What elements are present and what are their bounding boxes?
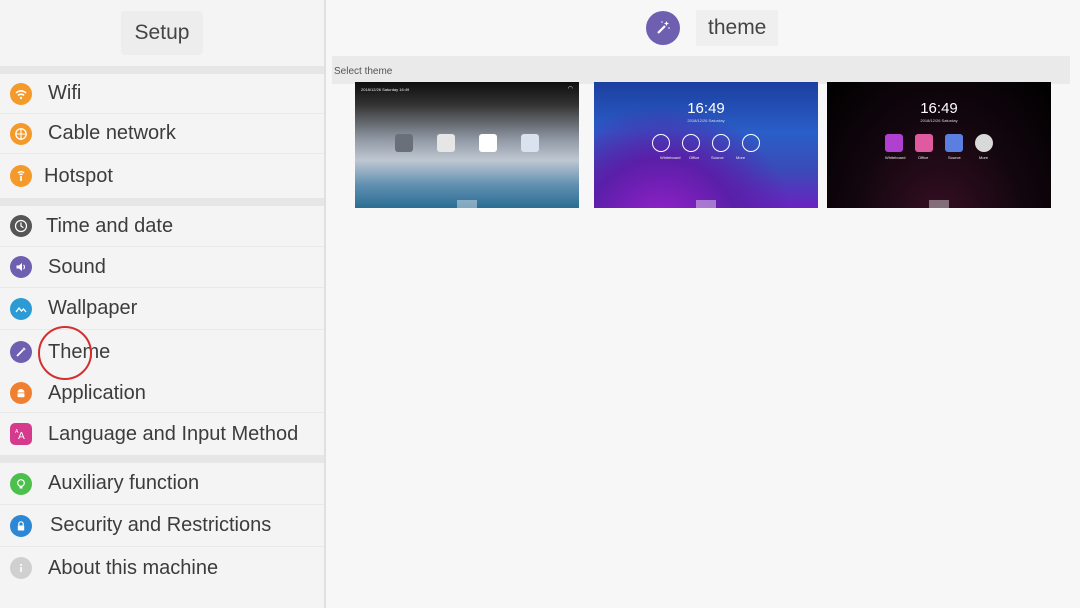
thumbnail-date: 2018/12/26 Saturday — [687, 118, 725, 123]
thumbnail-dock — [457, 200, 477, 208]
thumbnail-icons — [355, 134, 579, 152]
picture-icon — [10, 297, 32, 320]
thumbnail-dock — [696, 200, 716, 208]
wifi-icon: ◠ — [567, 86, 573, 92]
sidebar-item-sound[interactable]: Sound — [0, 247, 324, 288]
wifi-icon — [10, 82, 32, 105]
section-label: Select theme — [334, 66, 393, 77]
sidebar-item-label: Application — [48, 381, 146, 404]
icon-label: Source — [711, 155, 724, 160]
sidebar-item-time-and-date[interactable]: Time and date — [0, 206, 324, 247]
office-icon — [915, 134, 933, 152]
more-icon — [975, 134, 993, 152]
sidebar-item-label: Hotspot — [44, 164, 113, 187]
sidebar-item-label: Wallpaper — [48, 297, 138, 319]
office-icon — [437, 134, 455, 152]
thumbnail-clock: 16:49 — [920, 100, 958, 117]
separator — [0, 198, 324, 206]
whiteboard-icon — [652, 134, 670, 152]
lightbulb-icon — [10, 472, 32, 495]
source-icon — [712, 134, 730, 152]
speaker-icon — [10, 256, 32, 278]
sidebar-item-label: Language and Input Method — [48, 422, 299, 445]
theme-thumbnail-3[interactable]: 16:49 2018/12/26 Saturday Whiteboard Off… — [827, 82, 1051, 208]
more-icon — [521, 134, 539, 152]
section-bar: Select theme — [332, 56, 1070, 84]
whiteboard-icon — [395, 134, 413, 152]
sidebar-item-label: Auxiliary function — [48, 472, 200, 494]
sidebar-title-text: Setup — [120, 11, 204, 55]
sidebar-item-cable-network[interactable]: Cable network — [0, 114, 324, 154]
sidebar-item-auxiliary-function[interactable]: Auxiliary function — [0, 463, 324, 505]
android-icon — [10, 382, 32, 404]
theme-thumbnail-2[interactable]: 16:49 2018/12/26 Saturday Whiteboard Off… — [594, 82, 818, 208]
theme-thumbnail-1[interactable]: 2018/12/26 Saturday 16:49 ◠ — [355, 82, 579, 208]
separator — [0, 455, 324, 463]
globe-icon — [10, 122, 32, 145]
thumbnail-dock — [929, 200, 949, 208]
clock-icon — [10, 215, 32, 237]
sidebar-item-label: Cable network — [48, 122, 176, 144]
icon-label: More — [979, 155, 989, 160]
icon-label: Whiteboard — [660, 155, 681, 160]
thumbnail-icons — [827, 134, 1051, 152]
office-icon — [682, 134, 700, 152]
sidebar-item-wallpaper[interactable]: Wallpaper — [0, 288, 324, 330]
separator — [0, 66, 324, 74]
thumbnail-date: 2018/12/26 Saturday — [920, 118, 958, 123]
sidebar-item-label: Wifi — [48, 82, 82, 104]
svg-text:A: A — [18, 431, 25, 441]
source-icon — [945, 134, 963, 152]
sidebar-title: Setup — [0, 0, 324, 66]
sidebar-item-about-this-machine[interactable]: About this machine — [0, 547, 324, 589]
magic-wand-icon — [10, 341, 32, 363]
language-icon: AA — [10, 423, 32, 445]
sidebar-item-application[interactable]: Application — [0, 374, 324, 413]
more-icon — [742, 134, 760, 152]
sidebar-item-hotspot[interactable]: Hotspot — [0, 154, 324, 198]
icon-label: Whiteboard — [885, 155, 906, 160]
magic-wand-icon — [646, 11, 680, 45]
highlight-circle — [38, 326, 92, 380]
icon-label: Source — [948, 155, 961, 160]
sidebar-item-language-and-input-method[interactable]: AA Language and Input Method — [0, 413, 324, 455]
lock-icon — [10, 514, 32, 537]
icon-label: Office — [689, 155, 700, 160]
sidebar-item-label: Sound — [48, 255, 106, 278]
thumbnail-icons — [594, 134, 818, 152]
source-icon — [479, 134, 497, 152]
sidebar: Setup Wifi Cable network Hotspot Time an… — [0, 0, 326, 608]
sidebar-item-wifi[interactable]: Wifi — [0, 74, 324, 114]
icon-label: Office — [918, 155, 929, 160]
thumbnail-datetime: 2018/12/26 Saturday 16:49 — [361, 87, 410, 92]
sidebar-item-label: About this machine — [48, 556, 219, 579]
sidebar-item-label: Security and Restrictions — [50, 514, 272, 536]
header: theme — [326, 0, 1080, 56]
thumbnail-clock: 16:49 — [687, 100, 725, 117]
hotspot-icon — [10, 165, 32, 187]
icon-label: More — [736, 155, 746, 160]
whiteboard-icon — [885, 134, 903, 152]
sidebar-item-security-and-restrictions[interactable]: Security and Restrictions — [0, 505, 324, 547]
sidebar-item-label: Time and date — [46, 214, 174, 237]
page-title: theme — [696, 10, 779, 46]
main-panel: theme Select theme 2018/12/26 Saturday 1… — [326, 0, 1080, 608]
info-icon — [10, 557, 32, 579]
